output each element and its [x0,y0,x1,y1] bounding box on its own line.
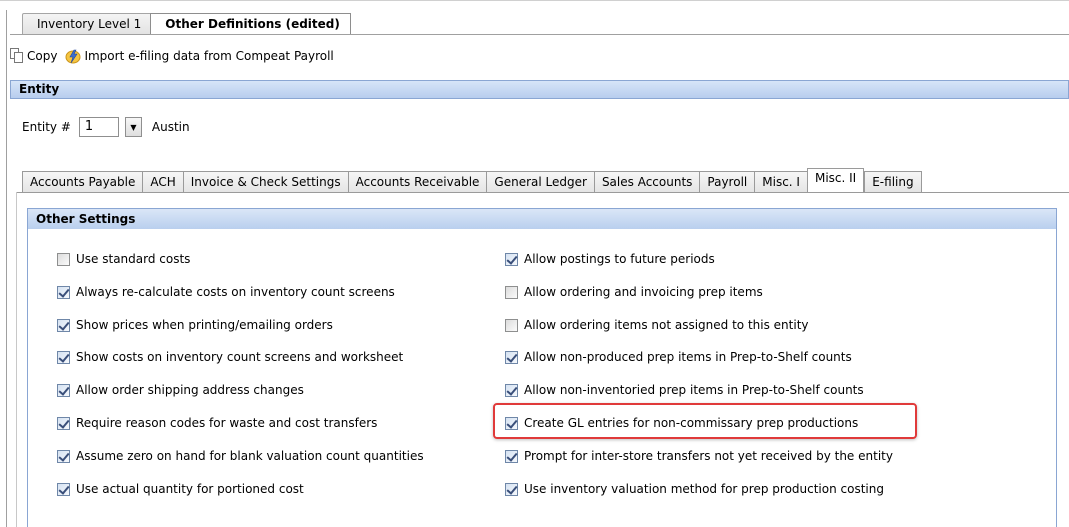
settings-tabs-divider [16,192,1069,193]
tab-invoice-check-settings[interactable]: Invoice & Check Settings [182,171,348,193]
copy-icon [10,48,24,64]
checkbox[interactable] [57,350,70,364]
checkbox[interactable] [57,252,70,266]
checkbox[interactable] [505,318,518,332]
setting-require-reason-codes[interactable]: Require reason codes for waste and cost … [57,415,377,431]
setting-label: Always re-calculate costs on inventory c… [76,285,395,299]
import-efiling-button[interactable]: Import e-filing data from Compeat Payrol… [65,48,334,64]
tab-accounts-receivable[interactable]: Accounts Receivable [347,171,487,193]
setting-label: Show prices when printing/emailing order… [76,318,333,332]
setting-show-prices-printing[interactable]: Show prices when printing/emailing order… [57,317,333,333]
checkbox[interactable] [57,416,70,430]
setting-label: Allow non-inventoried prep items in Prep… [524,383,864,397]
setting-label: Use actual quantity for portioned cost [76,482,304,496]
checkbox[interactable] [57,383,70,397]
checkbox[interactable] [57,482,70,496]
doc-tab-other-definitions[interactable]: Other Definitions (edited) [150,13,351,35]
setting-always-recalculate-costs[interactable]: Always re-calculate costs on inventory c… [57,284,395,300]
checkbox[interactable] [57,318,70,332]
settings-tabs: Accounts Payable ACH Invoice & Check Set… [22,168,922,193]
checkbox[interactable] [505,252,518,266]
setting-prompt-inter-store-transfers[interactable]: Prompt for inter-store transfers not yet… [505,448,893,464]
setting-allow-shipping-address-changes[interactable]: Allow order shipping address changes [57,382,304,398]
checkbox[interactable] [505,449,518,463]
setting-label: Require reason codes for waste and cost … [76,416,378,430]
setting-allow-non-produced-prep[interactable]: Allow non-produced prep items in Prep-to… [505,349,852,365]
entity-name: Austin [151,120,190,134]
tab-misc-i[interactable]: Misc. I [754,171,807,193]
entity-number-label: Entity # [22,120,71,134]
left-border [6,10,7,527]
tab-e-filing[interactable]: E-filing [864,171,922,193]
doc-tabs-divider [10,34,1069,35]
setting-label: Use inventory valuation method for prep … [524,482,884,496]
tab-sales-accounts[interactable]: Sales Accounts [593,171,700,193]
other-settings-header: Other Settings [27,208,1057,229]
doc-tab-inventory-level-1[interactable]: Inventory Level 1 [22,13,153,35]
setting-label: Allow ordering items not assigned to thi… [524,318,809,332]
tab-payroll[interactable]: Payroll [699,171,755,193]
setting-allow-ordering-prep-items[interactable]: Allow ordering and invoicing prep items [505,284,763,300]
copy-button-label: Copy [27,49,58,63]
entity-row: Entity # 1 ▼ Austin [10,116,190,138]
panel-left-border [16,192,17,527]
checkbox[interactable] [505,350,518,364]
entity-section-header: Entity [10,80,1069,99]
dropdown-arrow-icon: ▼ [130,122,137,132]
setting-assume-zero-on-hand[interactable]: Assume zero on hand for blank valuation … [57,448,424,464]
checkbox[interactable] [505,482,518,496]
setting-allow-ordering-unassigned-items[interactable]: Allow ordering items not assigned to thi… [505,317,809,333]
setting-label: Allow postings to future periods [524,252,715,266]
setting-label: Assume zero on hand for blank valuation … [76,449,424,463]
setting-allow-postings-future-periods[interactable]: Allow postings to future periods [505,251,715,267]
entity-number-field[interactable]: 1 [78,117,119,137]
setting-allow-non-inventoried-prep[interactable]: Allow non-inventoried prep items in Prep… [505,382,864,398]
setting-use-inventory-valuation-method[interactable]: Use inventory valuation method for prep … [505,481,884,497]
tab-misc-ii[interactable]: Misc. II [806,168,865,193]
tab-accounts-payable[interactable]: Accounts Payable [22,171,143,193]
copy-button[interactable]: Copy [10,48,57,64]
setting-label: Allow ordering and invoicing prep items [524,285,763,299]
checkbox[interactable] [57,449,70,463]
highlight-annotation [493,403,917,439]
tab-ach[interactable]: ACH [142,171,183,193]
top-border [0,0,1069,1]
document-tabs: Inventory Level 1 Other Definitions (edi… [22,13,351,35]
toolbar: Copy Import e-filing data from Compeat P… [10,46,342,66]
setting-label: Allow order shipping address changes [76,383,304,397]
entity-dropdown-button[interactable]: ▼ [124,117,142,137]
setting-label: Show costs on inventory count screens an… [76,350,404,364]
checkbox[interactable] [57,285,70,299]
checkbox[interactable] [505,383,518,397]
setting-show-costs-count-screens[interactable]: Show costs on inventory count screens an… [57,349,403,365]
tab-general-ledger[interactable]: General Ledger [486,171,594,193]
setting-label: Allow non-produced prep items in Prep-to… [524,350,852,364]
checkbox[interactable] [505,285,518,299]
import-efiling-label: Import e-filing data from Compeat Payrol… [84,49,334,63]
lightning-import-icon [65,48,81,64]
setting-label: Prompt for inter-store transfers not yet… [524,449,893,463]
setting-use-standard-costs[interactable]: Use standard costs [57,251,190,267]
setting-use-actual-quantity[interactable]: Use actual quantity for portioned cost [57,481,304,497]
setting-label: Use standard costs [76,252,191,266]
